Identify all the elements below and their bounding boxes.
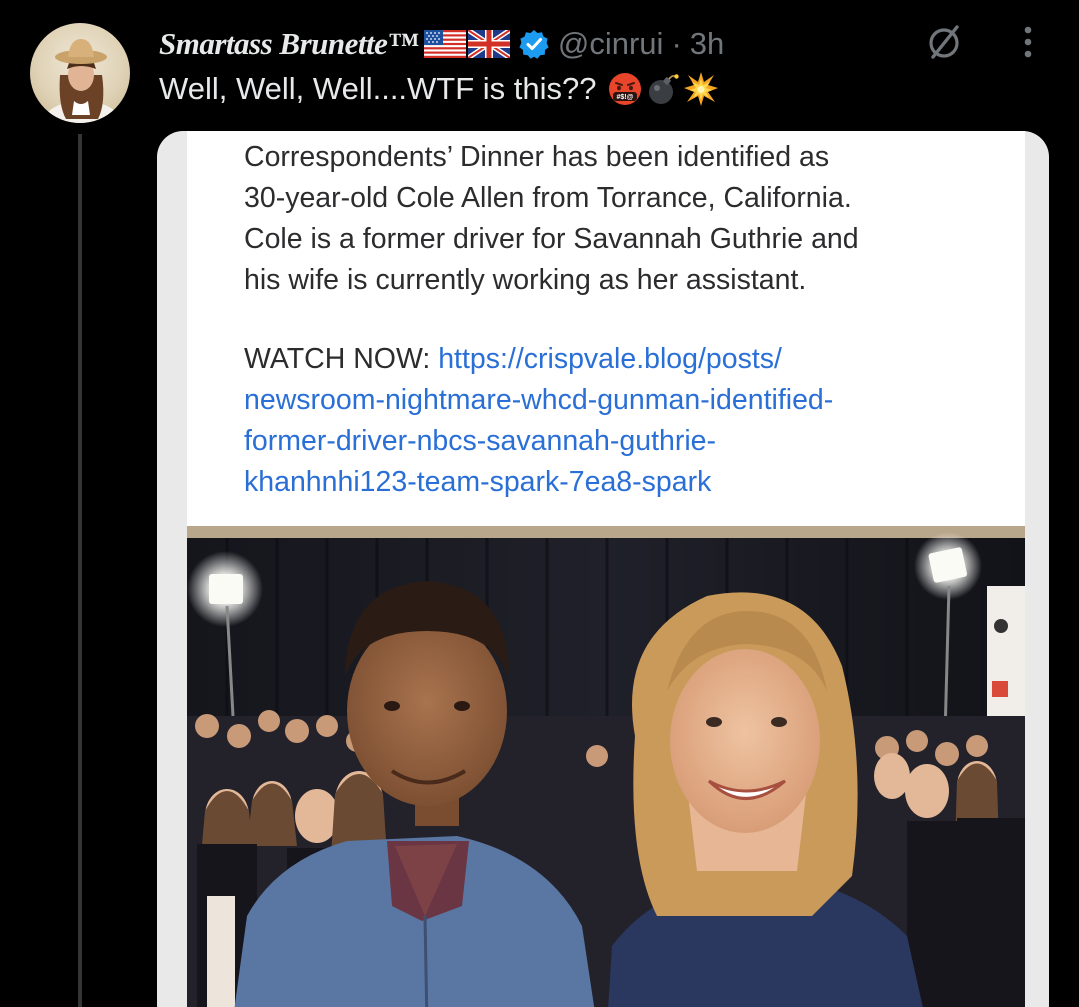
more-options-icon[interactable] — [1012, 22, 1044, 62]
display-name[interactable]: Smartass Brunette™ — [159, 26, 418, 62]
timestamp[interactable]: 3h — [690, 26, 724, 62]
event-photo — [187, 526, 1025, 1007]
tweet-text: Well, Well, Well....WTF is this?? #$!@ — [159, 71, 721, 107]
svg-text:#$!@: #$!@ — [616, 94, 633, 101]
thread-line — [78, 134, 82, 1007]
tweet-body: Well, Well, Well....WTF is this?? — [159, 71, 597, 106]
card-line: 30-year-old Cole Allen from Torrance, Ca… — [244, 182, 852, 214]
card-line: Cole is a former driver for Savannah Gut… — [244, 223, 859, 255]
screenshot-card: Correspondents’ Dinner has been identifi… — [187, 131, 1025, 531]
card-line: Correspondents’ Dinner has been identifi… — [244, 141, 830, 173]
article-link-cont[interactable]: khanhnhi123-team-spark-7ea8-spark — [244, 462, 833, 503]
watch-now-line: WATCH NOW: https://crispvale.blog/posts/ — [244, 339, 833, 380]
name-flags — [423, 30, 512, 58]
grok-icon[interactable] — [924, 22, 964, 62]
card-body: Correspondents’ Dinner has been identifi… — [244, 137, 859, 301]
card-line: his wife is currently working as her ass… — [244, 264, 807, 296]
tweet-media[interactable]: Correspondents’ Dinner has been identifi… — [157, 131, 1049, 1007]
article-link-cont[interactable]: former-driver-nbcs-savannah-guthrie- — [244, 421, 833, 462]
uk-flag-icon — [467, 30, 510, 58]
us-flag-icon — [423, 30, 466, 58]
watch-now-label: WATCH NOW: — [244, 343, 439, 375]
tweet-emojis: #$!@ — [607, 71, 721, 107]
bomb-icon — [648, 74, 679, 104]
watch-now-block: WATCH NOW: https://crispvale.blog/posts/… — [244, 339, 833, 503]
article-link-cont[interactable]: newsroom-nightmare-whcd-gunman-identifie… — [244, 380, 833, 421]
avatar[interactable] — [30, 23, 130, 123]
face-with-symbols-icon: #$!@ — [608, 73, 641, 105]
event-photo-image — [187, 526, 1025, 1007]
header-separator: · — [671, 26, 682, 61]
collision-icon — [683, 72, 718, 106]
avatar-image — [44, 39, 120, 123]
user-handle[interactable]: @cinrui — [558, 26, 664, 62]
verified-badge-icon[interactable] — [518, 28, 550, 60]
article-link[interactable]: https://crispvale.blog/posts/ — [438, 343, 782, 375]
tweet-header: Smartass Brunette™ @cinrui · 3h — [159, 20, 724, 68]
